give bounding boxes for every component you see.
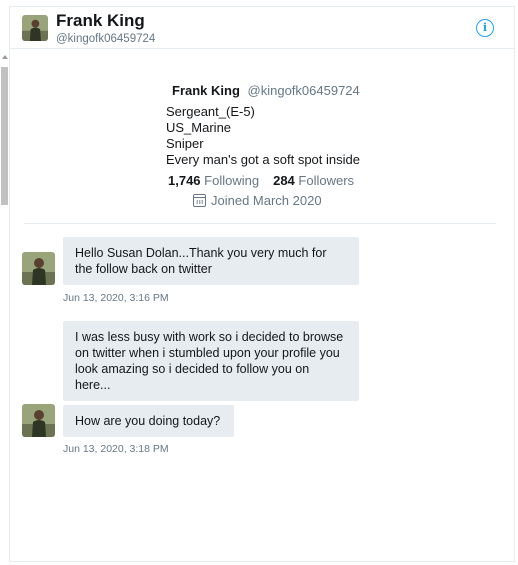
message-bubble[interactable]: Hello Susan Dolan...Thank you very much …: [63, 237, 359, 285]
profile-stats: 1,746 Following 284 Followers: [168, 173, 354, 188]
followers-link[interactable]: 284 Followers: [273, 173, 354, 188]
header-name[interactable]: Frank King: [56, 11, 145, 31]
message-timestamp: Jun 13, 2020, 3:16 PM: [63, 292, 169, 304]
message-bubble[interactable]: I was less busy with work so i decided t…: [63, 321, 359, 401]
bio-line: Sergeant_(E-5): [166, 104, 255, 119]
dm-conversation-panel: Frank King @kingofk06459724 i Frank King…: [1, 6, 515, 562]
bio-line: US_Marine: [166, 120, 232, 135]
following-link[interactable]: 1,746 Following: [168, 173, 259, 188]
avatar[interactable]: [22, 404, 55, 437]
scrollbar[interactable]: [1, 49, 9, 249]
bio-line: Sniper: [166, 136, 204, 151]
following-label: Following: [204, 173, 260, 188]
scroll-up-icon[interactable]: [2, 55, 8, 59]
conversation-header: Frank King @kingofk06459724 i: [10, 7, 514, 49]
message-bubble[interactable]: How are you doing today?: [63, 405, 234, 437]
profile-name[interactable]: Frank King: [172, 83, 240, 98]
bio-line: Every man's got a soft spot inside: [166, 152, 360, 167]
avatar[interactable]: [22, 15, 48, 41]
followers-count: 284: [273, 173, 295, 188]
scrollbar-thumb[interactable]: [1, 67, 8, 205]
message-timestamp: Jun 13, 2020, 3:18 PM: [63, 443, 169, 455]
info-icon[interactable]: i: [476, 19, 494, 37]
profile-bio: Sergeant_(E-5) US_Marine Sniper Every ma…: [166, 104, 360, 168]
divider: [24, 223, 496, 224]
profile-summary: Frank King @kingofk06459724 Sergeant_(E-…: [10, 49, 514, 225]
calendar-icon: [193, 194, 206, 207]
header-handle[interactable]: @kingofk06459724: [56, 33, 155, 45]
following-count: 1,746: [168, 173, 201, 188]
avatar[interactable]: [22, 252, 55, 285]
followers-label: Followers: [298, 173, 355, 188]
profile-name-line: Frank King @kingofk06459724: [172, 83, 360, 98]
joined-text: Joined March 2020: [211, 193, 322, 208]
joined-date: Joined March 2020: [193, 193, 322, 208]
profile-handle[interactable]: @kingofk06459724: [248, 83, 360, 98]
